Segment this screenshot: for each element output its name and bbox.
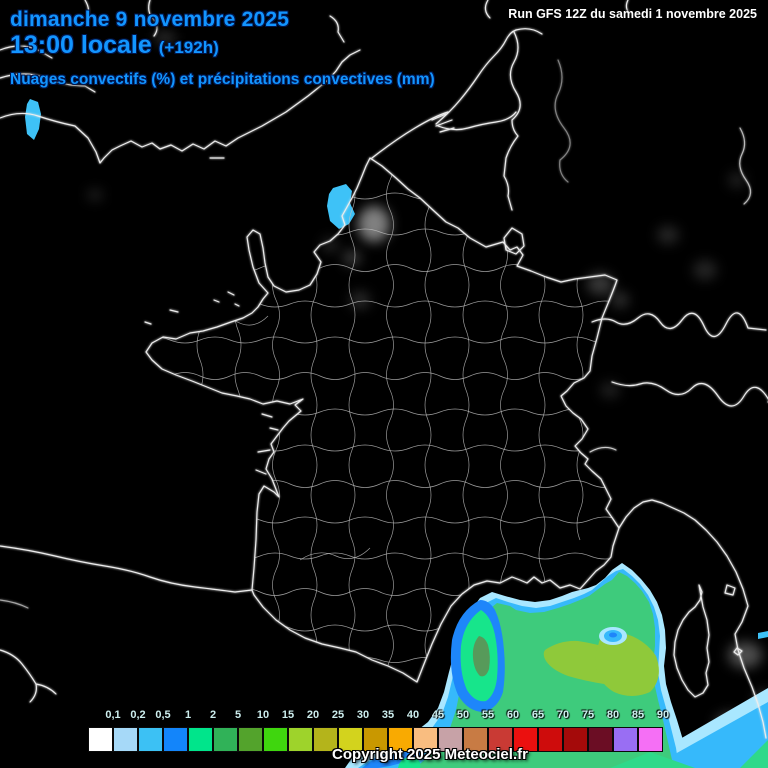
legend-threshold-label: 80 xyxy=(606,709,620,721)
legend-swatch xyxy=(613,727,638,752)
france-weather-map xyxy=(0,0,768,768)
legend-threshold-label: 20 xyxy=(306,709,320,721)
legend-threshold-label: 90 xyxy=(656,709,670,721)
legend-swatch xyxy=(638,727,663,752)
legend-swatch xyxy=(188,727,213,752)
legend-swatch xyxy=(163,727,188,752)
legend-swatch xyxy=(263,727,288,752)
legend-threshold-label: 1 xyxy=(184,709,192,721)
legend-threshold-label: 2 xyxy=(209,709,217,721)
legend-threshold-label: 40 xyxy=(406,709,420,721)
legend-threshold-label: 50 xyxy=(456,709,470,721)
legend-swatch xyxy=(588,727,613,752)
legend-threshold-label: 70 xyxy=(556,709,570,721)
legend-threshold-label: 35 xyxy=(381,709,395,721)
legend-threshold-label: 5 xyxy=(234,709,242,721)
legend-threshold-label: 30 xyxy=(356,709,370,721)
map-parameter-title: Nuages convectifs (%) et précipitations … xyxy=(10,71,435,88)
forecast-time: 13:00 locale (+192h) xyxy=(10,31,219,60)
forecast-date: dimanche 9 novembre 2025 xyxy=(10,8,290,31)
legend-swatch xyxy=(113,727,138,752)
legend-threshold-label: 55 xyxy=(481,709,495,721)
legend-swatch xyxy=(138,727,163,752)
legend-threshold-label: 10 xyxy=(256,709,270,721)
legend-threshold-label: 75 xyxy=(581,709,595,721)
model-run-info: Run GFS 12Z du samedi 1 novembre 2025 xyxy=(508,7,757,21)
legend-swatch xyxy=(563,727,588,752)
copyright-notice: Copyright 2025 Meteociel.fr xyxy=(332,746,528,763)
precipitation-cells-channel xyxy=(25,99,768,639)
legend-threshold-label: 15 xyxy=(281,709,295,721)
legend-threshold-label: 0,5 xyxy=(155,709,171,721)
legend-threshold-label: 60 xyxy=(506,709,520,721)
legend-swatch xyxy=(288,727,313,752)
legend-threshold-label: 25 xyxy=(331,709,345,721)
forecast-hour-offset: (+192h) xyxy=(158,38,219,57)
legend-threshold-label: 0,2 xyxy=(130,709,146,721)
legend-threshold-label: 0,1 xyxy=(105,709,121,721)
legend-threshold-label: 85 xyxy=(631,709,645,721)
legend-threshold-label: 45 xyxy=(431,709,445,721)
legend-swatch xyxy=(213,727,238,752)
legend-swatch xyxy=(238,727,263,752)
forecast-time-label: 13:00 locale xyxy=(10,31,152,59)
legend-swatch xyxy=(538,727,563,752)
legend-swatch xyxy=(88,727,113,752)
legend-threshold-label: 65 xyxy=(531,709,545,721)
weather-map-page: dimanche 9 novembre 2025 13:00 locale (+1… xyxy=(0,0,768,768)
